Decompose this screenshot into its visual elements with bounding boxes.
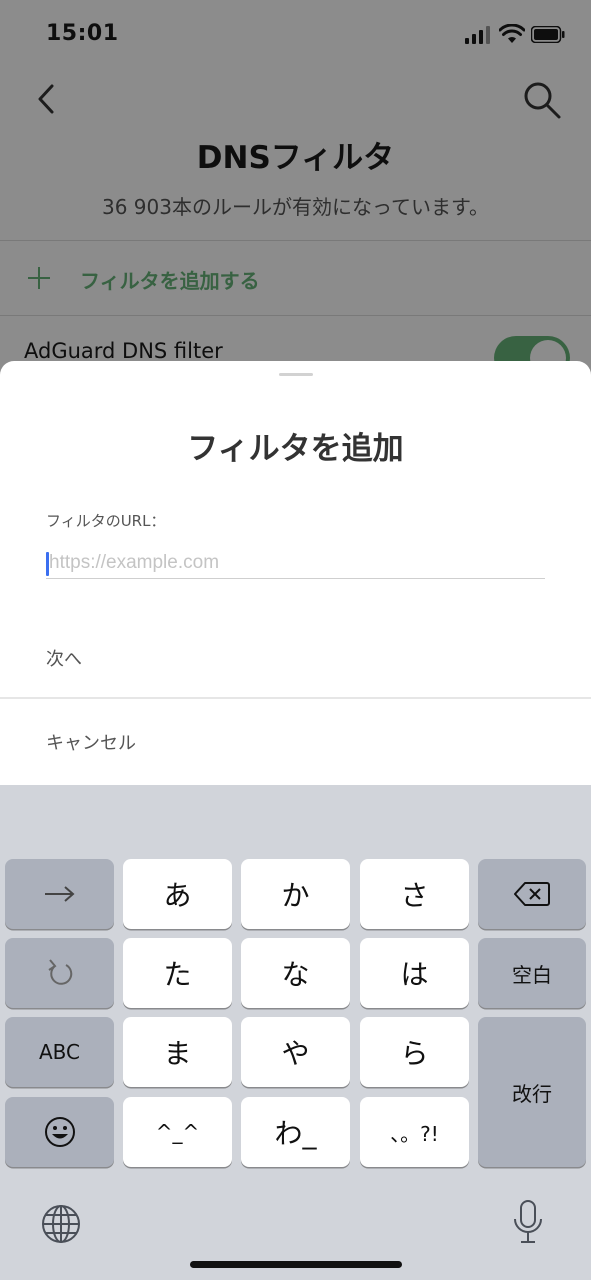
kana-keyboard: あ か さ た な は 空白 ABC ま や ら 改行 ^_^ わ_ 、。?! <box>0 785 591 1280</box>
cancel-button[interactable]: キャンセル <box>0 699 591 785</box>
key-space[interactable]: 空白 <box>478 938 586 1008</box>
url-field <box>46 549 545 579</box>
key-abc[interactable]: ABC <box>5 1017 114 1087</box>
text-caret <box>46 552 49 576</box>
key-ha[interactable]: は <box>360 938 469 1008</box>
key-emoji[interactable] <box>5 1097 114 1167</box>
key-backspace[interactable] <box>478 859 586 929</box>
cancel-label: キャンセル <box>46 733 136 754</box>
key-punctuation[interactable]: 、。?! <box>360 1097 469 1167</box>
key-ka[interactable]: か <box>241 859 350 929</box>
url-field-label: フィルタのURL： <box>46 512 166 530</box>
key-emoticon[interactable]: ^_^ <box>123 1097 232 1167</box>
emoji-icon <box>44 1117 75 1147</box>
microphone-icon[interactable] <box>512 1199 544 1245</box>
key-a[interactable]: あ <box>123 859 232 929</box>
key-ma[interactable]: ま <box>123 1017 232 1087</box>
key-return[interactable]: 改行 <box>478 1017 586 1167</box>
backspace-icon <box>514 882 550 906</box>
home-indicator[interactable] <box>190 1261 402 1268</box>
sheet-title: フィルタを追加 <box>187 431 404 467</box>
key-ra[interactable]: ら <box>360 1017 469 1087</box>
next-button[interactable]: 次へ <box>0 611 591 697</box>
key-ya[interactable]: や <box>241 1017 350 1087</box>
key-next-candidate[interactable] <box>5 859 114 929</box>
add-filter-sheet: フィルタを追加 フィルタのURL： 次へ キャンセル <box>0 361 591 801</box>
undo-icon <box>47 959 72 985</box>
url-input[interactable] <box>46 549 545 577</box>
arrow-right-icon <box>44 886 75 902</box>
next-label: 次へ <box>46 649 82 670</box>
sheet-grabber[interactable] <box>279 373 313 376</box>
key-sa[interactable]: さ <box>360 859 469 929</box>
key-na[interactable]: な <box>241 938 350 1008</box>
key-undo[interactable] <box>5 938 114 1008</box>
key-ta[interactable]: た <box>123 938 232 1008</box>
key-wa[interactable]: わ_ <box>241 1097 350 1167</box>
globe-icon[interactable] <box>40 1203 82 1245</box>
